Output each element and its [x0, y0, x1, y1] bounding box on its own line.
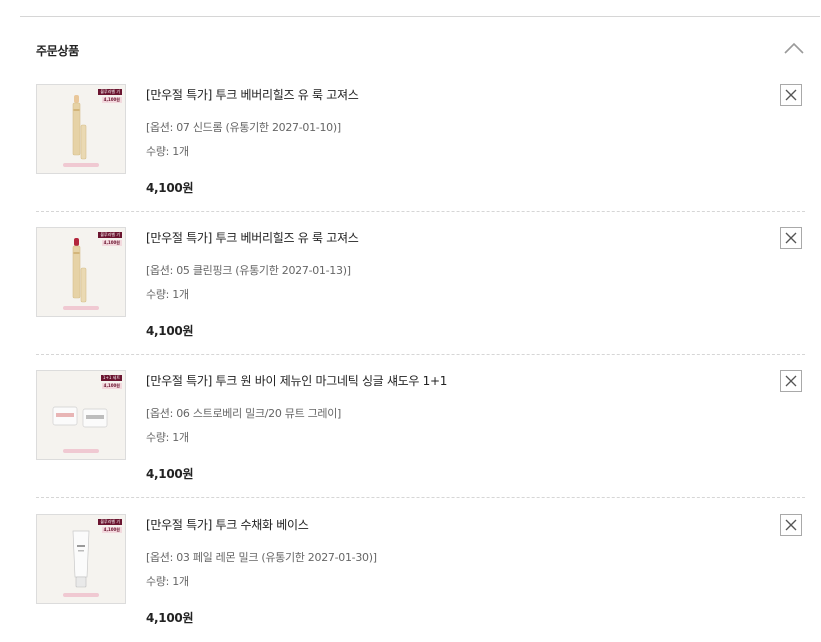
order-item: 블루라벨 기 4,100원 [만우절 특가] 투크 베버리힐즈 유 룩 고져스 … — [36, 227, 805, 370]
remove-item-button[interactable] — [780, 84, 802, 106]
order-products-panel: 주문상품 블루라벨 기 4,100원 [만우절 특가] 투크 베버리힐즈 유 룩… — [0, 0, 821, 642]
lip-pen-illustration — [63, 238, 99, 310]
product-price: 4,100원 — [146, 467, 194, 481]
product-option: [옵션: 03 페일 레몬 밀크 (유통기한 2027-01-30)] — [146, 551, 377, 564]
close-icon — [785, 232, 797, 244]
chevron-up-icon[interactable] — [782, 40, 806, 56]
item-divider — [36, 354, 805, 355]
remove-item-button[interactable] — [780, 370, 802, 392]
order-item: 블루라벨 기 4,100원 [만우절 특가] 투크 베버리힐즈 유 룩 고져스 … — [36, 84, 805, 227]
product-option: [옵션: 06 스트로베리 밀크/20 뮤트 그레이] — [146, 407, 342, 420]
item-divider — [36, 497, 805, 498]
product-name[interactable]: [만우절 특가] 투크 베버리힐즈 유 룩 고져스 — [146, 86, 359, 103]
product-option: [옵션: 07 신드롬 (유통기한 2027-01-10)] — [146, 121, 341, 134]
product-option: [옵션: 05 클린핑크 (유통기한 2027-01-13)] — [146, 264, 351, 277]
remove-item-button[interactable] — [780, 227, 802, 249]
remove-item-button[interactable] — [780, 514, 802, 536]
product-image[interactable]: 블루라벨 기 4,100원 — [36, 84, 126, 174]
section-title: 주문상품 — [36, 44, 79, 58]
order-item: 1+1 세트 4,100원 [만우절 특가] 투크 원 바이 제뉴인 마그네틱 … — [36, 370, 805, 513]
close-icon — [785, 375, 797, 387]
product-quantity: 수량: 1개 — [146, 431, 189, 444]
lip-pen-illustration — [63, 95, 99, 167]
product-name[interactable]: [만우절 특가] 투크 베버리힐즈 유 룩 고져스 — [146, 229, 359, 246]
item-divider — [36, 211, 805, 212]
product-name[interactable]: [만우절 특가] 투크 수채화 베이스 — [146, 516, 309, 533]
shadow-cases-illustration — [52, 406, 108, 453]
product-image[interactable]: 블루라벨 기 4,100원 — [36, 227, 126, 317]
product-quantity: 수량: 1개 — [146, 145, 189, 158]
tube-illustration — [63, 530, 99, 597]
top-divider — [20, 16, 820, 17]
product-image[interactable]: 1+1 세트 4,100원 — [36, 370, 126, 460]
product-price: 4,100원 — [146, 181, 194, 195]
close-icon — [785, 519, 797, 531]
product-quantity: 수량: 1개 — [146, 288, 189, 301]
product-image[interactable]: 블루라벨 기 4,100원 — [36, 514, 126, 604]
product-price: 4,100원 — [146, 611, 194, 625]
product-price: 4,100원 — [146, 324, 194, 338]
product-quantity: 수량: 1개 — [146, 575, 189, 588]
order-item: 블루라벨 기 4,100원 [만우절 특가] 투크 수채화 베이스 [옵션: 0… — [36, 514, 805, 642]
close-icon — [785, 89, 797, 101]
product-name[interactable]: [만우절 특가] 투크 원 바이 제뉴인 마그네틱 싱글 섀도우 1+1 — [146, 372, 447, 389]
